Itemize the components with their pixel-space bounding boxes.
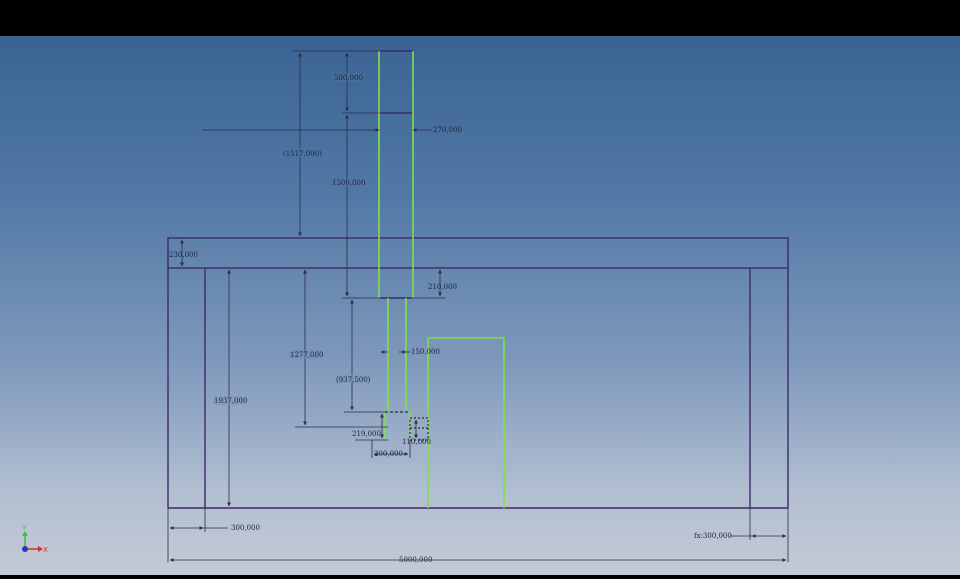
axis-triad: Y X <box>21 524 48 554</box>
sketch-outline <box>167 50 789 509</box>
dim-fx300-right[interactable]: fx:300,000 <box>694 532 732 540</box>
dim-230[interactable]: 230,000 <box>169 251 198 259</box>
x-axis-label: X <box>43 546 48 554</box>
cad-window: 500,000 270,000 (1517,000) 1500,000 230,… <box>0 0 960 579</box>
dim-500[interactable]: 500,000 <box>334 74 363 82</box>
dim-1937[interactable]: 1937,000 <box>214 397 247 405</box>
green-geometry <box>378 51 505 508</box>
dim-200[interactable]: 200,000 <box>374 450 403 458</box>
dim-1277[interactable]: 1277,000 <box>290 351 323 359</box>
dim-1517[interactable]: (1517,000) <box>283 150 322 158</box>
dimension-labels: 500,000 270,000 (1517,000) 1500,000 230,… <box>169 73 732 564</box>
dim-937[interactable]: (937,500) <box>336 376 371 384</box>
dim-110[interactable]: 110,000 <box>402 438 431 446</box>
dim-5000[interactable]: 5000,000 <box>399 556 432 564</box>
stove-detail <box>385 411 429 441</box>
y-axis-label: Y <box>21 524 27 532</box>
top-beam <box>167 237 789 269</box>
dim-300-left[interactable]: 300,000 <box>231 524 260 532</box>
door-opening <box>427 337 505 508</box>
dim-1500[interactable]: 1500,000 <box>332 179 365 187</box>
dim-210[interactable]: 210,000 <box>428 283 457 291</box>
stove-box <box>409 417 429 441</box>
dimension-lines <box>167 50 789 562</box>
dim-150[interactable]: 150,000 <box>411 348 440 356</box>
dim-270[interactable]: 270,000 <box>433 126 462 134</box>
origin-dot <box>22 546 28 552</box>
dim-219[interactable]: 219,000 <box>352 430 381 438</box>
sketch-canvas[interactable]: 500,000 270,000 (1517,000) 1500,000 230,… <box>0 0 960 579</box>
